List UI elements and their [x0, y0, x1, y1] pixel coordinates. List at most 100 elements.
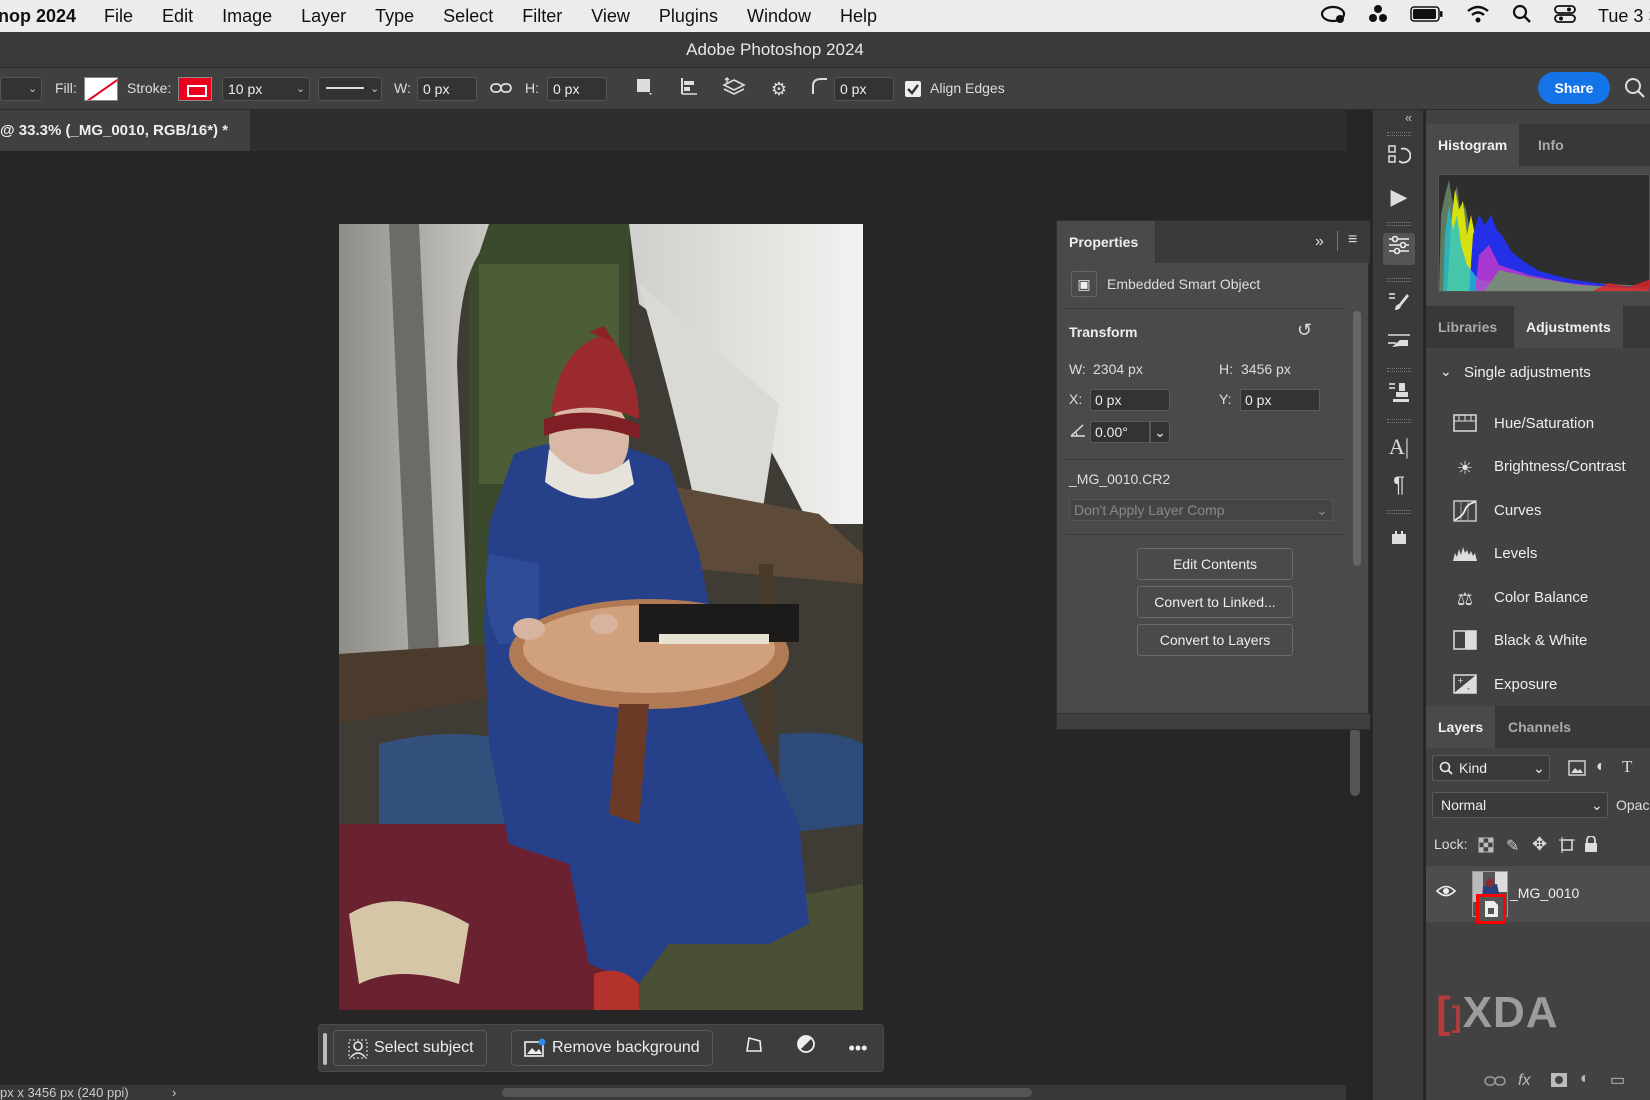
menu-view[interactable]: View: [591, 6, 630, 27]
lock-position-icon[interactable]: ✥: [1532, 834, 1547, 855]
edit-contents-button[interactable]: Edit Contents: [1137, 548, 1293, 580]
control-dots-icon[interactable]: [1368, 4, 1388, 29]
character-panel-icon[interactable]: A|: [1383, 431, 1415, 463]
tab-adjustments[interactable]: Adjustments: [1514, 306, 1623, 348]
convert-to-layers-button[interactable]: Convert to Layers: [1137, 624, 1293, 656]
pixel-layer-filter-icon[interactable]: [1568, 760, 1586, 779]
document-tab[interactable]: @ 33.3% (_MG_0010, RGB/16*) *: [0, 110, 250, 151]
path-alignment-icon[interactable]: [676, 76, 702, 102]
select-subject-button[interactable]: Select subject: [333, 1030, 487, 1066]
tab-histogram[interactable]: Histogram: [1426, 124, 1520, 166]
adjustment-color-balance[interactable]: ⚖ Color Balance: [1426, 579, 1650, 619]
actions-play-icon[interactable]: ▶: [1383, 181, 1415, 213]
collapse-chevrons-icon[interactable]: »: [1315, 233, 1324, 251]
grip-handle[interactable]: [1387, 132, 1411, 136]
layer-filter-kind[interactable]: Kind ⌄: [1432, 755, 1550, 781]
reset-transform-icon[interactable]: ↺: [1297, 320, 1312, 341]
grip-handle[interactable]: [1387, 222, 1411, 226]
type-filter-icon[interactable]: T: [1622, 757, 1632, 777]
grip-handle[interactable]: [1387, 510, 1411, 514]
brushes-icon[interactable]: [1383, 328, 1415, 360]
angle-field[interactable]: 0.00°: [1090, 421, 1150, 443]
spotlight-search-icon[interactable]: [1512, 4, 1532, 29]
new-adjustment-layer-icon[interactable]: ◐: [1580, 1070, 1590, 1088]
chevron-right-icon[interactable]: ›: [172, 1085, 176, 1100]
menu-edit[interactable]: Edit: [162, 6, 193, 27]
menu-help[interactable]: Help: [840, 6, 877, 27]
h-field[interactable]: 0 px: [547, 77, 607, 101]
stroke-swatch[interactable]: [178, 77, 212, 101]
tab-channels[interactable]: Channels: [1496, 706, 1583, 748]
lock-artboard-icon[interactable]: [1558, 837, 1576, 856]
menu-select[interactable]: Select: [443, 6, 493, 27]
menu-layer[interactable]: Layer: [301, 6, 346, 27]
menu-window[interactable]: Window: [747, 6, 811, 27]
single-adjustments-section[interactable]: ⌄ Single adjustments: [1426, 353, 1650, 393]
fx-layer-style-icon[interactable]: fx: [1518, 1072, 1530, 1090]
share-button[interactable]: Share: [1538, 72, 1610, 104]
search-icon[interactable]: [1622, 77, 1648, 103]
path-arrangement-icon[interactable]: [721, 76, 747, 102]
tab-layers[interactable]: Layers: [1426, 706, 1496, 748]
adjustment-black-white[interactable]: Black & White: [1426, 622, 1650, 662]
adjustment-curves[interactable]: Curves: [1426, 492, 1650, 532]
layer-name[interactable]: _MG_0010: [1510, 885, 1579, 901]
adjustment-exposure[interactable]: + - Exposure: [1426, 666, 1650, 706]
menubar-clock[interactable]: Tue 3 S: [1598, 6, 1650, 27]
control-center-icon[interactable]: [1554, 4, 1576, 29]
vertical-scrollbar[interactable]: [1350, 728, 1360, 796]
app-menu-name[interactable]: nop 2024: [0, 6, 76, 27]
corner-radius-field[interactable]: 0 px: [834, 77, 894, 101]
path-operations-icon[interactable]: [631, 76, 657, 102]
document-photo[interactable]: [339, 224, 863, 1010]
lock-all-icon[interactable]: [1584, 835, 1598, 855]
menu-image[interactable]: Image: [222, 6, 272, 27]
layer-mask-icon[interactable]: [1550, 1072, 1568, 1093]
brush-settings-icon[interactable]: [1383, 290, 1415, 322]
menu-type[interactable]: Type: [375, 6, 414, 27]
lock-transparency-icon[interactable]: [1478, 837, 1494, 856]
battery-icon[interactable]: [1410, 5, 1444, 28]
grip-handle[interactable]: [1387, 278, 1411, 282]
adjustment-brightness-contrast[interactable]: ☀ Brightness/Contrast: [1426, 448, 1650, 488]
lock-pixels-brush-icon[interactable]: ✎: [1506, 836, 1519, 856]
plugin-panel-icon[interactable]: [1383, 522, 1415, 554]
collapse-panels-icon[interactable]: «: [1405, 110, 1412, 125]
properties-panel-icon[interactable]: [1383, 233, 1415, 265]
link-layers-icon[interactable]: [1484, 1074, 1506, 1093]
adjustment-layer-icon[interactable]: [791, 1033, 821, 1063]
grip-handle[interactable]: [1387, 368, 1411, 372]
menu-filter[interactable]: Filter: [522, 6, 562, 27]
more-options-icon[interactable]: •••: [843, 1033, 873, 1063]
panel-menu-icon[interactable]: ≡: [1348, 231, 1357, 249]
drag-handle[interactable]: [323, 1033, 327, 1065]
menu-plugins[interactable]: Plugins: [659, 6, 718, 27]
adjustment-levels[interactable]: Levels: [1426, 535, 1650, 575]
remove-background-button[interactable]: Remove background: [511, 1030, 713, 1066]
tab-properties[interactable]: Properties: [1057, 221, 1155, 263]
x-position-field[interactable]: 0 px: [1090, 389, 1170, 411]
gear-icon[interactable]: ⚙: [766, 76, 792, 102]
blend-mode-select[interactable]: Normal ⌄: [1432, 792, 1608, 818]
creative-cloud-icon[interactable]: [1320, 4, 1346, 29]
clone-source-icon[interactable]: [1383, 380, 1415, 412]
tab-info[interactable]: Info: [1526, 124, 1576, 166]
w-field[interactable]: 0 px: [417, 77, 477, 101]
panel-resize-handle[interactable]: [1057, 713, 1370, 729]
adjustment-filter-icon[interactable]: ◐: [1596, 758, 1606, 776]
link-icon[interactable]: [488, 76, 514, 102]
adjustment-hue-saturation[interactable]: Hue/Saturation: [1426, 405, 1650, 445]
wifi-icon[interactable]: [1466, 4, 1490, 29]
y-position-field[interactable]: 0 px: [1240, 389, 1320, 411]
grip-handle[interactable]: [1387, 419, 1411, 423]
menu-file[interactable]: File: [104, 6, 133, 27]
align-edges-checkbox[interactable]: [905, 81, 921, 97]
properties-scrollbar[interactable]: [1353, 311, 1361, 566]
fill-swatch[interactable]: [84, 77, 118, 101]
angle-dropdown[interactable]: ⌄: [1150, 421, 1170, 443]
new-group-folder-icon[interactable]: ▭: [1610, 1070, 1625, 1090]
layer-row[interactable]: _MG_0010: [1426, 866, 1650, 924]
history-icon[interactable]: [1383, 143, 1415, 175]
transform-path-icon[interactable]: [739, 1033, 769, 1063]
paragraph-panel-icon[interactable]: ¶: [1383, 469, 1415, 501]
